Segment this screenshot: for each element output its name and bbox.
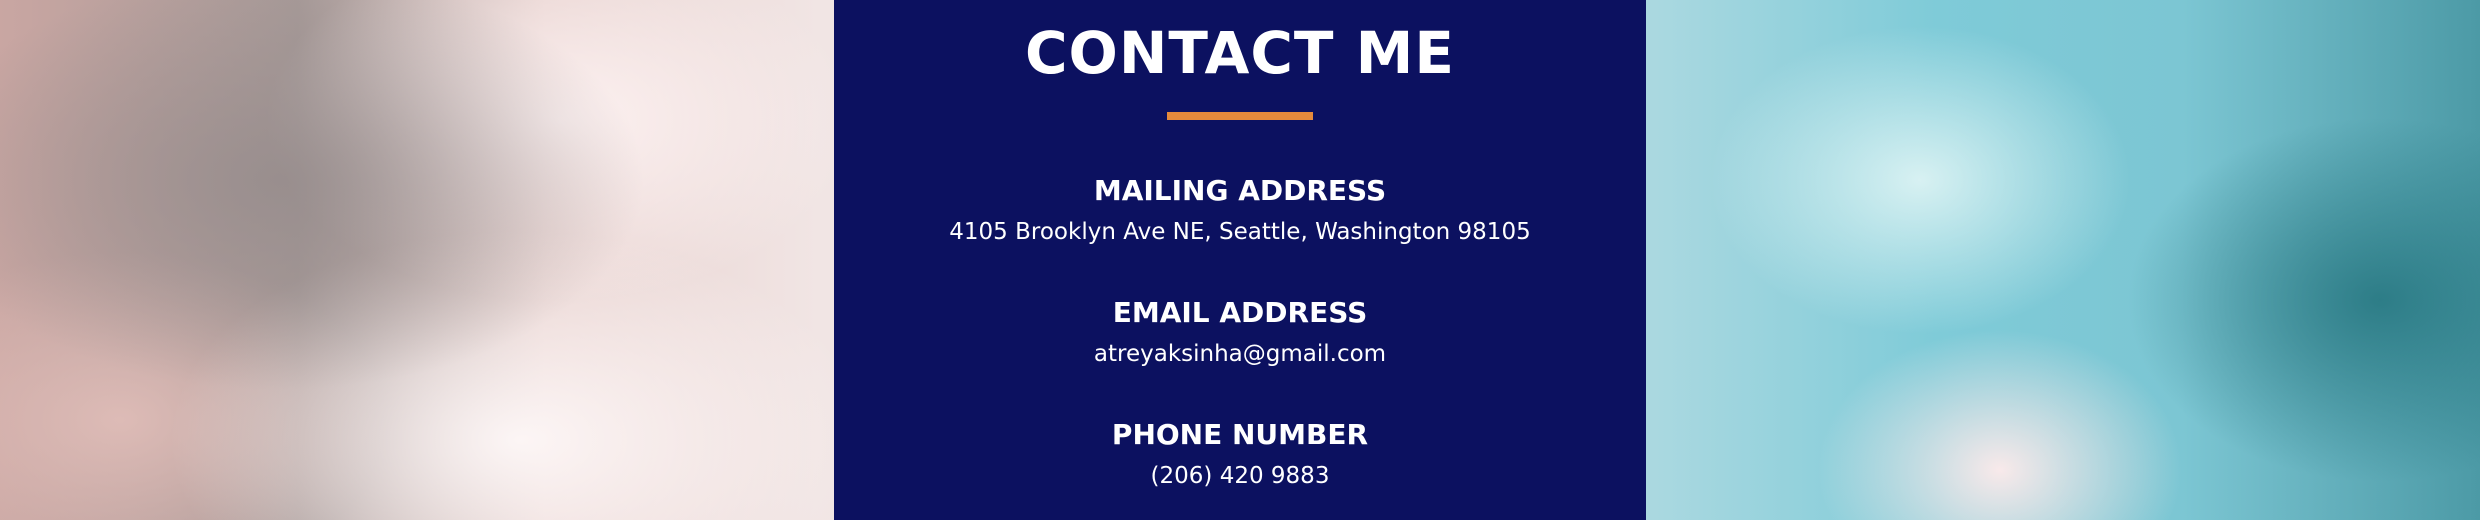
contact-panel: CONTACT ME MAILING ADDRESS 4105 Brooklyn… [834,0,1646,520]
mailing-address-heading: MAILING ADDRESS [1093,174,1387,207]
title-underline [1167,112,1313,120]
email-address-section: EMAIL ADDRESS atreyaksinha@gmail.com [834,296,1646,368]
page-title: CONTACT ME [1024,19,1456,87]
email-address-heading: EMAIL ADDRESS [1112,296,1368,329]
mailing-address-section: MAILING ADDRESS 4105 Brooklyn Ave NE, Se… [834,174,1646,246]
phone-number-value[interactable]: (206) 420 9883 [834,462,1646,490]
email-address-value[interactable]: atreyaksinha@gmail.com [834,340,1646,368]
contact-page: CONTACT ME MAILING ADDRESS 4105 Brooklyn… [0,0,2480,520]
mailing-address-value: 4105 Brooklyn Ave NE, Seattle, Washingto… [949,219,1531,245]
phone-number-section: PHONE NUMBER (206) 420 9883 [834,418,1646,490]
phone-number-heading: PHONE NUMBER [1111,418,1369,451]
